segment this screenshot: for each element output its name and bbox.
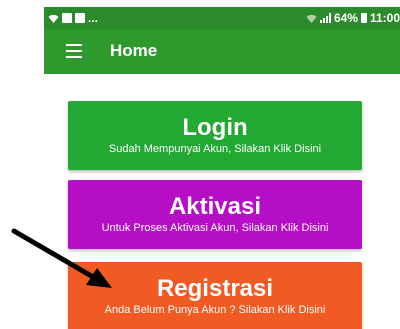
login-button[interactable]: Login Sudah Mempunyai Akun, Silakan Klik… (68, 101, 362, 170)
image-icon (75, 13, 85, 23)
registrasi-button-subtitle: Anda Belum Punya Akun ? Silakan Klik Dis… (104, 304, 326, 316)
notification-more-text: ... (88, 11, 99, 25)
aktivasi-button-title: Aktivasi (168, 193, 262, 220)
page-title: Home (110, 41, 158, 60)
signal-icon (319, 13, 331, 23)
aktivasi-button-subtitle: Untuk Proses Aktivasi Akun, Silakan Klik… (101, 222, 329, 234)
app-screen: ... 64% 11:00 Home Login Sudah Mempunyai… (0, 0, 400, 329)
registrasi-button[interactable]: Registrasi Anda Belum Punya Akun ? Silak… (68, 262, 362, 329)
aktivasi-button[interactable]: Aktivasi Untuk Proses Aktivasi Akun, Sil… (68, 180, 362, 249)
hamburger-menu-icon[interactable] (66, 44, 82, 58)
wifi-icon (48, 14, 59, 23)
status-bar: ... 64% 11:00 (44, 7, 400, 29)
battery-percent: 64% (333, 11, 358, 25)
clock: 11:00 (369, 11, 400, 25)
status-bar-right: 64% 11:00 (306, 10, 400, 26)
status-bar-left: ... (48, 10, 98, 26)
battery-icon (360, 13, 367, 23)
app-bar: Home (44, 29, 400, 74)
wifi-signal-icon (306, 14, 317, 23)
notification-icon (62, 13, 72, 23)
registrasi-button-title: Registrasi (156, 275, 274, 302)
login-button-subtitle: Sudah Mempunyai Akun, Silakan Klik Disin… (108, 143, 322, 155)
login-button-title: Login (182, 114, 248, 141)
